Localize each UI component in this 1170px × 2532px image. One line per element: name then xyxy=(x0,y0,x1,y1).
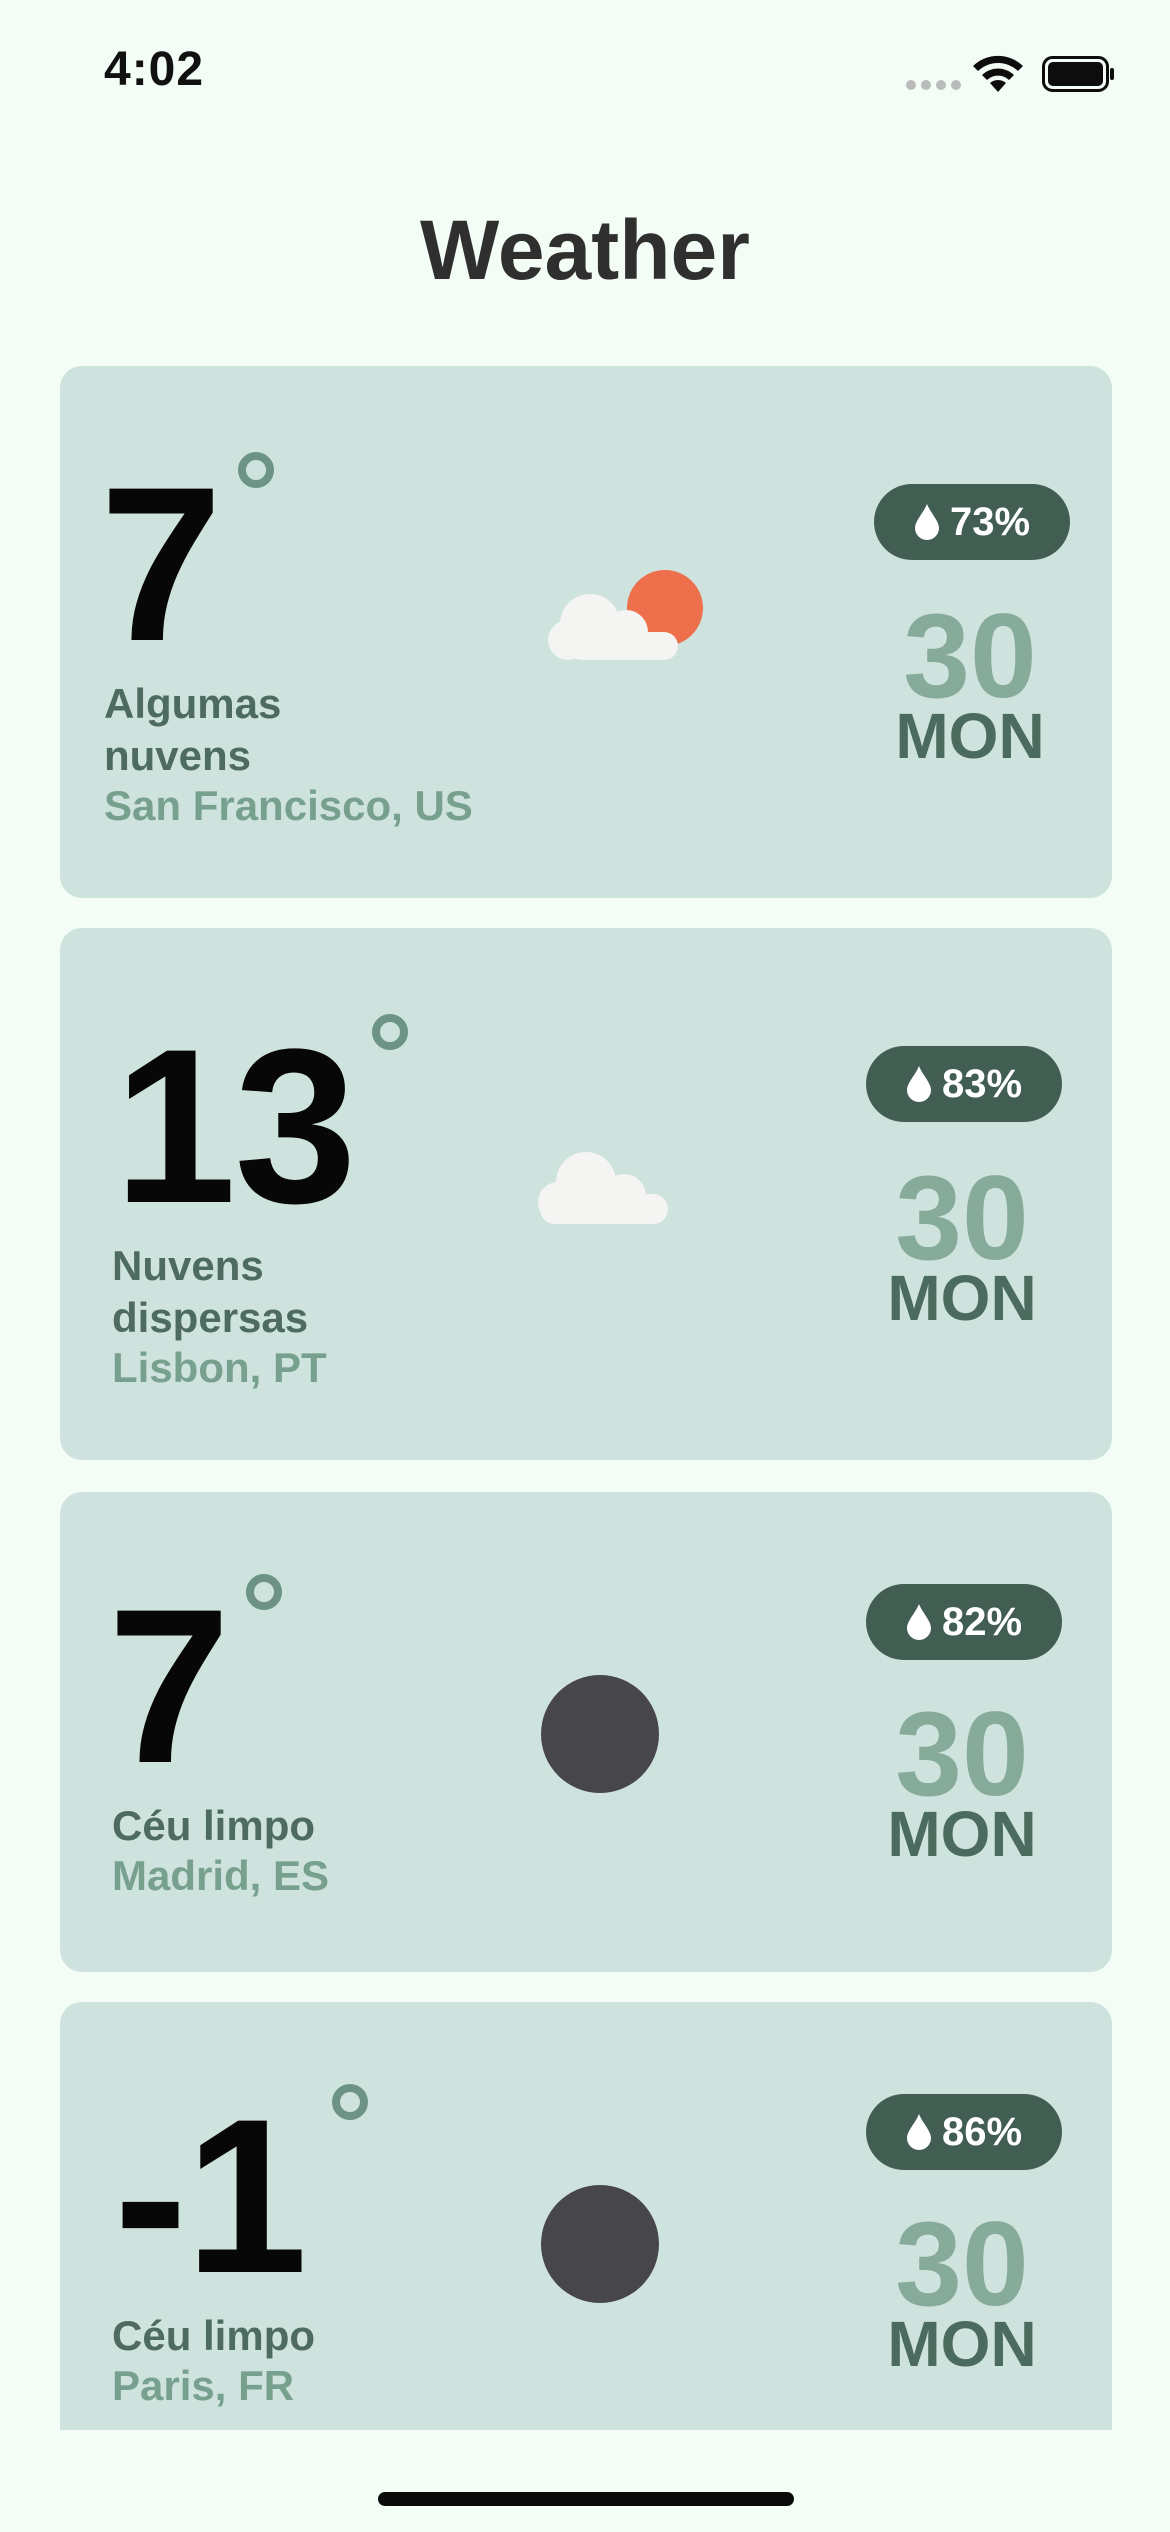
day-name: MON xyxy=(895,700,1045,772)
clear-night-icon xyxy=(541,2185,659,2303)
humidity-value: 83% xyxy=(941,1061,1023,1106)
weather-list[interactable]: 7 Algumas nuvens San Francisco, US 73% 3… xyxy=(0,0,1170,2430)
home-indicator[interactable] xyxy=(378,2492,794,2506)
water-drop-icon xyxy=(914,504,939,540)
humidity-badge: 73% xyxy=(874,484,1070,560)
degree-symbol xyxy=(332,2084,368,2120)
partly-cloudy-day-icon xyxy=(548,570,703,660)
temperature: -1 xyxy=(114,2073,308,2319)
city-name: Lisbon, PT xyxy=(112,1344,327,1391)
temperature: 13 xyxy=(114,1003,357,1249)
day-number: 30 xyxy=(895,2197,1029,2331)
day-name: MON xyxy=(887,1262,1037,1334)
humidity-badge: 82% xyxy=(866,1584,1062,1660)
humidity-value: 73% xyxy=(949,499,1031,544)
water-drop-icon xyxy=(906,1066,931,1102)
weather-card[interactable]: 7 Céu limpo Madrid, ES 82% 30 MON xyxy=(60,1492,1112,1972)
city-name: San Francisco, US xyxy=(104,782,473,829)
weather-card[interactable]: 13 Nuvens dispersas Lisbon, PT 83% 30 MO… xyxy=(60,928,1112,1460)
humidity-badge: 86% xyxy=(866,2094,1062,2170)
clear-night-icon xyxy=(541,1675,659,1793)
day-number: 30 xyxy=(895,1687,1029,1821)
weather-description: Algumas nuvens xyxy=(104,680,282,779)
day-number: 30 xyxy=(903,589,1037,723)
day-name: MON xyxy=(887,2308,1037,2380)
temperature: 7 xyxy=(108,1563,230,1809)
degree-symbol xyxy=(246,1574,282,1610)
weather-card[interactable]: 7 Algumas nuvens San Francisco, US 73% 3… xyxy=(60,366,1112,898)
day-number: 30 xyxy=(895,1151,1029,1285)
cloud-icon xyxy=(538,1152,668,1224)
degree-symbol xyxy=(238,452,274,488)
humidity-value: 82% xyxy=(941,1599,1023,1644)
weather-card[interactable]: -1 Céu limpo Paris, FR 86% 30 MON xyxy=(60,2002,1112,2430)
city-name: Madrid, ES xyxy=(112,1852,330,1899)
temperature: 7 xyxy=(100,441,222,687)
humidity-value: 86% xyxy=(941,2109,1023,2154)
weather-description: Céu limpo xyxy=(112,1802,316,1849)
humidity-badge: 83% xyxy=(866,1046,1062,1122)
weather-description: Nuvens dispersas xyxy=(112,1242,309,1341)
day-name: MON xyxy=(887,1798,1037,1870)
city-name: Paris, FR xyxy=(112,2362,295,2409)
degree-symbol xyxy=(372,1014,408,1050)
weather-description: Céu limpo xyxy=(112,2312,316,2359)
water-drop-icon xyxy=(906,1604,931,1640)
water-drop-icon xyxy=(906,2114,931,2150)
